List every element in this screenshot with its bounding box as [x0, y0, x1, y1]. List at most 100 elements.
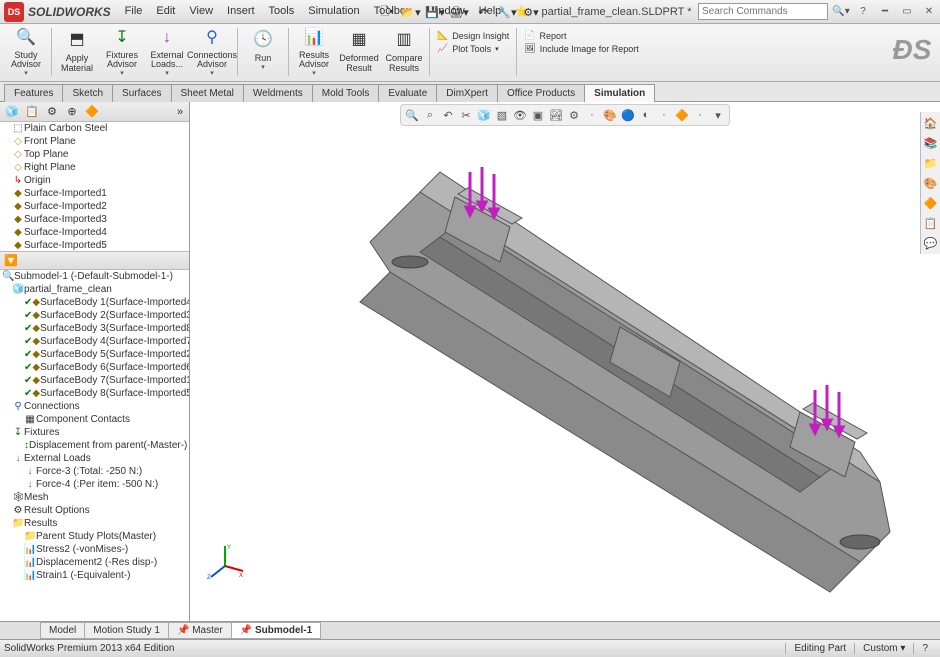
deformed-result-button[interactable]: ▦Deformed Result	[337, 26, 381, 78]
sim-part-node[interactable]: 🧊partial_frame_clean	[0, 283, 189, 296]
view-triad-icon[interactable]: Y X Z	[205, 541, 245, 581]
new-doc-button[interactable]: 🗋▾	[375, 3, 399, 21]
tab-evaluate[interactable]: Evaluate	[378, 84, 437, 102]
display-style2-icon[interactable]: ▣	[529, 107, 547, 123]
display-tab-icon[interactable]: 🔶	[83, 104, 101, 120]
include-image-button[interactable]: 🖼Include Image for Report	[524, 43, 639, 54]
options-button[interactable]: ⚙▾	[519, 3, 543, 21]
zoom-area-icon[interactable]: ⌕	[421, 107, 439, 123]
status-custom[interactable]: Custom ▾	[854, 643, 913, 654]
top-plane-node[interactable]: Top Plane	[0, 148, 189, 161]
more-icon[interactable]: ▾	[709, 107, 727, 123]
connections-advisor-button[interactable]: ⚲Connections Advisor▾	[190, 26, 234, 78]
tab-surfaces[interactable]: Surfaces	[112, 84, 171, 102]
dimxpert-tab-icon[interactable]: ⊕	[63, 104, 81, 120]
result-options-node[interactable]: ⚙Result Options	[0, 504, 189, 517]
external-loads-button[interactable]: ↓External Loads...▾	[145, 26, 189, 78]
displacement-plot-node[interactable]: 📊Displacement2 (-Res disp-)	[0, 556, 189, 569]
surface-node[interactable]: ◆Surface-Imported1	[0, 187, 189, 200]
stress-plot-node[interactable]: 📊Stress2 (-vonMises-)	[0, 543, 189, 556]
open-doc-button[interactable]: 📂▾	[399, 3, 423, 21]
surface-body-node[interactable]: ✔◆SurfaceBody 2(Surface-Imported3) (-[SW…	[0, 309, 189, 322]
sim-root-node[interactable]: 🔍Submodel-1 (-Default-Submodel-1-)	[0, 270, 189, 283]
right-plane-node[interactable]: Right Plane	[0, 161, 189, 174]
3d-model-render[interactable]	[220, 142, 920, 621]
design-lib-tab-icon[interactable]: 📚	[923, 134, 938, 152]
master-tab[interactable]: 📌 Master	[168, 622, 232, 639]
tab-weldments[interactable]: Weldments	[243, 84, 313, 102]
force3-node[interactable]: ↓Force-3 (:Total: -250 N:)	[0, 465, 189, 478]
surface-node[interactable]: ◆Surface-Imported2	[0, 200, 189, 213]
surface-node[interactable]: ◆Surface-Imported4	[0, 226, 189, 239]
plot-tools-button[interactable]: 📈Plot Tools▾	[437, 43, 509, 54]
sim-tree-filter-icon[interactable]: 🔽	[4, 254, 18, 267]
origin-node[interactable]: ↳Origin	[0, 174, 189, 187]
restore-button[interactable]: ▭	[898, 4, 916, 20]
hide-show-icon[interactable]: 👁	[511, 107, 529, 123]
material-node[interactable]: ⬚Plain Carbon Steel	[0, 122, 189, 135]
custom-props-tab-icon[interactable]: 📋	[923, 214, 938, 232]
parent-study-node[interactable]: 📁Parent Study Plots(Master)	[0, 530, 189, 543]
search-commands-input[interactable]	[698, 3, 828, 20]
appearance-icon[interactable]: 🎨	[601, 107, 619, 123]
surface-body-node[interactable]: ✔◆SurfaceBody 5(Surface-Imported2) (-[SW…	[0, 348, 189, 361]
minimize-button[interactable]: ━	[876, 4, 894, 20]
motion-study-tab[interactable]: Motion Study 1	[84, 622, 169, 639]
section-view-icon[interactable]: ✂	[457, 107, 475, 123]
surface-node[interactable]: ◆Surface-Imported3	[0, 213, 189, 226]
menu-view[interactable]: View	[183, 2, 219, 21]
print-button[interactable]: 🖨▾	[447, 3, 471, 21]
component-contacts-node[interactable]: ▦Component Contacts	[0, 413, 189, 426]
tab-simulation[interactable]: Simulation	[584, 84, 655, 102]
appearances-tab-icon[interactable]: 🔶	[923, 194, 938, 212]
surface-body-node[interactable]: ✔◆SurfaceBody 6(Surface-Imported6) (-[SW…	[0, 361, 189, 374]
results-node[interactable]: 📁Results	[0, 517, 189, 530]
tab-features[interactable]: Features	[4, 84, 63, 102]
file-explorer-tab-icon[interactable]: 📁	[923, 154, 938, 172]
tab-dimxpert[interactable]: DimXpert	[436, 84, 498, 102]
surface-body-node[interactable]: ✔◆SurfaceBody 1(Surface-Imported4) (-[SW…	[0, 296, 189, 309]
tab-office[interactable]: Office Products	[497, 84, 585, 102]
resources-tab-icon[interactable]: 🏠	[923, 114, 938, 132]
save-button[interactable]: 💾▾	[423, 3, 447, 21]
compare-results-button[interactable]: ▥Compare Results	[382, 26, 426, 78]
results-advisor-button[interactable]: 📊Results Advisor▾	[292, 26, 336, 78]
view-settings-icon[interactable]: ⚙	[565, 107, 583, 123]
display-style-icon[interactable]: ▧	[493, 107, 511, 123]
apply-material-button[interactable]: ⬒Apply Material	[55, 26, 99, 78]
force4-node[interactable]: ↓Force-4 (:Per item: -500 N:)	[0, 478, 189, 491]
strain-plot-node[interactable]: 📊Strain1 (-Equivalent-)	[0, 569, 189, 582]
status-help-icon[interactable]: ?	[913, 643, 936, 654]
3d-viewport[interactable]: 🔍 ⌕ ↶ ✂ 🧊 ▧ 👁 ▣ 🏞 ⚙ · 🎨 🔵 ◐ · 🔶 · ▾	[190, 102, 940, 621]
scene-icon[interactable]: 🏞	[547, 107, 565, 123]
feature-tree-tab-icon[interactable]: 🧊	[3, 104, 21, 120]
undo-button[interactable]: ↶	[471, 3, 495, 21]
menu-simulation[interactable]: Simulation	[302, 2, 365, 21]
prev-view-icon[interactable]: ↶	[439, 107, 457, 123]
menu-file[interactable]: File	[119, 2, 149, 21]
menu-insert[interactable]: Insert	[221, 2, 261, 21]
close-button[interactable]: ✕	[920, 4, 938, 20]
run-button[interactable]: 🕓Run▾	[241, 26, 285, 78]
zoom-fit-icon[interactable]: 🔍	[403, 107, 421, 123]
tab-sheetmetal[interactable]: Sheet Metal	[171, 84, 244, 102]
tab-sketch[interactable]: Sketch	[62, 84, 113, 102]
model-tab[interactable]: Model	[40, 622, 85, 639]
connections-node[interactable]: ⚲Connections	[0, 400, 189, 413]
config-tab-icon[interactable]: ⚙	[43, 104, 61, 120]
render-icon[interactable]: 🔶	[673, 107, 691, 123]
design-insight-button[interactable]: 📐Design Insight	[437, 30, 509, 41]
surface-body-node[interactable]: ✔◆SurfaceBody 4(Surface-Imported7) (-[SW…	[0, 335, 189, 348]
mesh-node[interactable]: 🕸Mesh	[0, 491, 189, 504]
fixtures-node[interactable]: ↧Fixtures	[0, 426, 189, 439]
submodel-tab[interactable]: 📌 Submodel-1	[231, 622, 321, 639]
forum-tab-icon[interactable]: 💬	[923, 234, 938, 252]
tab-moldtools[interactable]: Mold Tools	[312, 84, 380, 102]
fixtures-advisor-button[interactable]: ↧Fixtures Advisor▾	[100, 26, 144, 78]
decal-icon[interactable]: 🔵	[619, 107, 637, 123]
menu-edit[interactable]: Edit	[150, 2, 181, 21]
view-palette-tab-icon[interactable]: 🎨	[923, 174, 938, 192]
menu-tools[interactable]: Tools	[263, 2, 301, 21]
external-loads-node[interactable]: ↓External Loads	[0, 452, 189, 465]
help-button[interactable]: ?	[854, 4, 872, 20]
